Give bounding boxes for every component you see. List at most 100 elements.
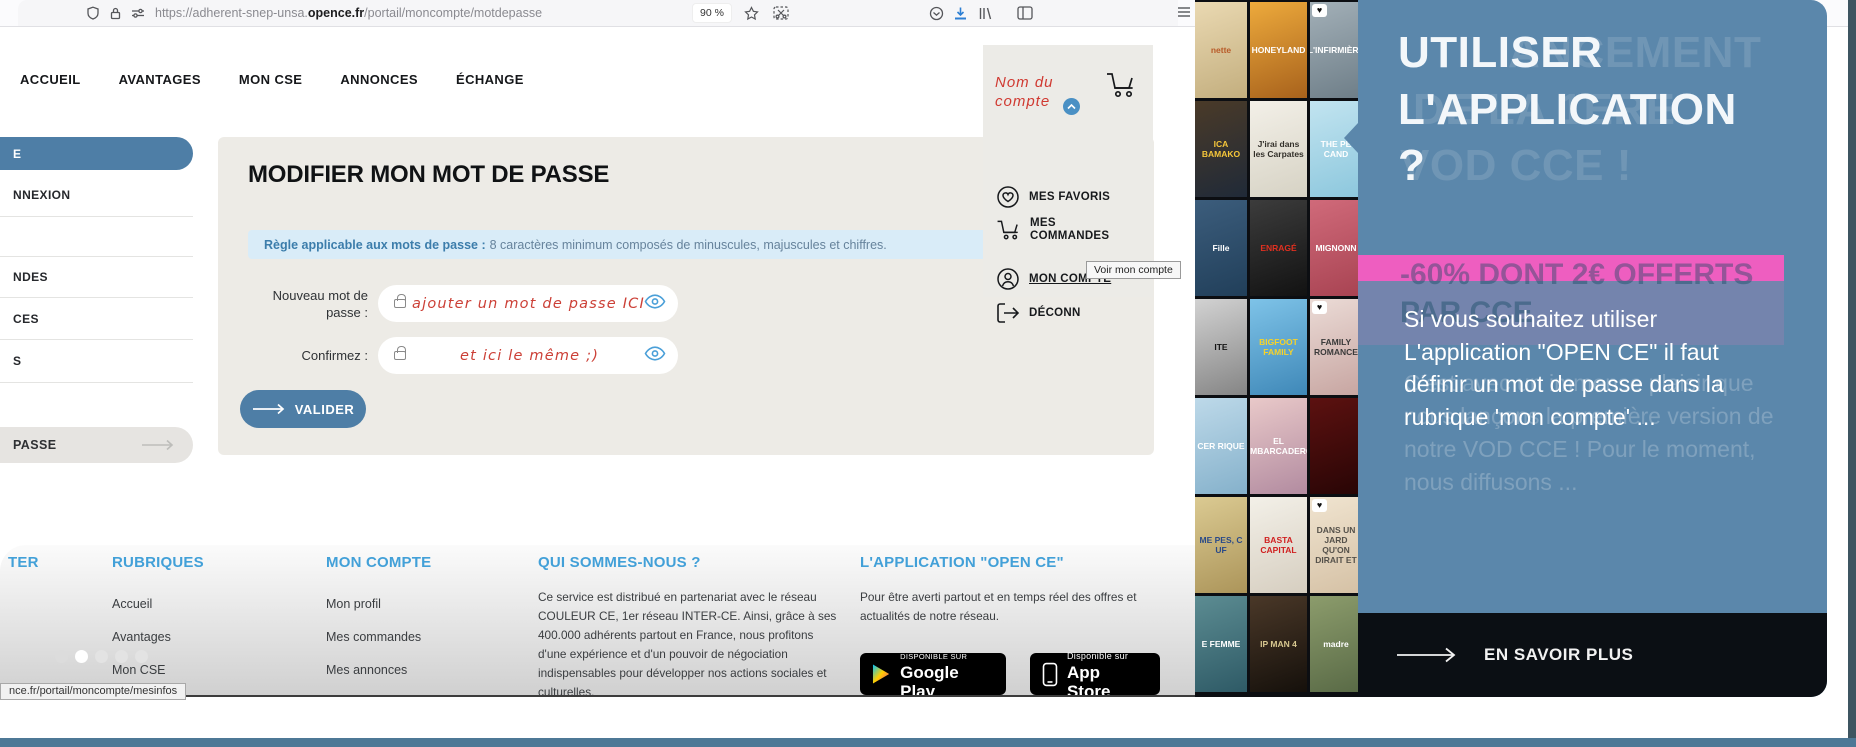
nav-item-avantages[interactable]: AVANTAGES (119, 72, 201, 87)
shield-icon[interactable] (86, 6, 100, 20)
carousel-dot[interactable] (95, 650, 108, 663)
menu-item-commandes[interactable]: MES COMMANDES (996, 217, 1109, 243)
menu-item-label: DÉCONN (1029, 306, 1081, 319)
sidebar-item-favoris[interactable]: S (13, 354, 21, 368)
show-password-icon[interactable] (644, 345, 666, 366)
sidebar-item-connexion[interactable]: NNEXION (13, 188, 70, 202)
account-dropdown: Nom du compte MES FAVORIS MES COMMANDES MO… (983, 45, 1153, 323)
promo-panel: ANCEMENT DE LA 1ERE VOD CCE ! UTILISER L… (1358, 0, 1827, 697)
movie-poster[interactable]: E FEMME (1195, 596, 1247, 692)
valider-button[interactable]: VALIDER (240, 390, 366, 428)
poster-grid: nette HONEYLAND L'INFIRMIÈRE ♥ ICA BAMAKO J'i… (1195, 0, 1362, 697)
smartphone-icon (1042, 662, 1058, 686)
nav-item-accueil[interactable]: ACCUEIL (20, 72, 81, 87)
footer-rubriques-heading: RUBRIQUES (112, 554, 204, 571)
carousel-dot[interactable] (55, 650, 68, 663)
movie-poster[interactable]: BASTA CAPITAL (1250, 497, 1307, 593)
carousel-dot[interactable] (135, 650, 148, 663)
movie-poster[interactable]: ME PES, C UF (1195, 497, 1247, 593)
cart-icon[interactable] (1105, 71, 1137, 104)
menu-item-favoris[interactable]: MES FAVORIS (996, 185, 1110, 209)
new-password-input[interactable]: ajouter un mot de passe ICI (378, 285, 678, 322)
sidebar-toggle-icon[interactable] (1017, 6, 1033, 20)
google-play-icon (872, 664, 890, 684)
movie-poster[interactable]: nette (1195, 2, 1247, 98)
movie-poster[interactable]: FAMILY ROMANCE ♥ (1310, 299, 1362, 395)
url-bar[interactable]: https://adherent-snep-unsa.opence.fr/por… (18, 0, 1178, 26)
carousel-dot[interactable] (75, 650, 88, 663)
menu-item-label: MES FAVORIS (1029, 190, 1111, 203)
footer-app-heading: L'APPLICATION "OPEN CE" (860, 554, 1064, 571)
nav-item-mon-cse[interactable]: MON CSE (239, 72, 302, 87)
movie-poster[interactable]: IP MAN 4 (1250, 596, 1307, 692)
library-icon[interactable] (978, 6, 993, 21)
nav-item-echange[interactable]: ÉCHANGE (456, 72, 524, 87)
sidebar-divider (0, 297, 193, 298)
lock-icon (394, 346, 406, 360)
footer-link-mon-cse[interactable]: Mon CSE (112, 663, 166, 677)
footer-link-avantages[interactable]: Avantages (112, 630, 171, 644)
url-text[interactable]: https://adherent-snep-unsa.opence.fr/por… (155, 6, 542, 20)
movie-poster[interactable]: MIGNONN (1310, 200, 1362, 296)
status-bar-link-preview: nce.fr/portail/moncompte/mesinfos (0, 683, 187, 700)
footer-about-text: Ce service est distribué en partenariat … (538, 590, 837, 697)
footer-link-mes-commandes[interactable]: Mes commandes (326, 630, 421, 644)
movie-poster[interactable]: madre (1310, 596, 1362, 692)
app-store-badge[interactable]: Disponible sur App Store (1030, 651, 1160, 695)
favorite-heart-icon[interactable]: ♥ (1312, 4, 1327, 17)
sidebar-item-active-top[interactable]: E (0, 137, 193, 170)
menu-item-deconnexion[interactable]: DÉCONN (996, 302, 1081, 324)
movie-poster[interactable]: BIGFOOT FAMILY (1250, 299, 1307, 395)
permissions-icon[interactable] (131, 7, 145, 19)
movie-poster[interactable]: CER RIQUE (1195, 398, 1247, 494)
promo-body-text: Si vous souhaitez utiliser L'application … (1404, 306, 1724, 430)
movie-poster[interactable]: J'irai dans les Carpates (1250, 101, 1307, 197)
user-circle-icon (997, 268, 1019, 290)
sidebar-item-commandes[interactable]: NDES (13, 270, 48, 284)
footer-link-accueil[interactable]: Accueil (112, 597, 152, 611)
favorite-heart-icon[interactable]: ♥ (1312, 499, 1327, 512)
movie-poster[interactable]: ITE (1195, 299, 1247, 395)
promo-headline: L'APPLICATION (1398, 85, 1737, 134)
download-icon[interactable] (953, 6, 968, 21)
nav-item-annonces[interactable]: ANNONCES (340, 72, 418, 87)
carousel-dot[interactable] (115, 650, 128, 663)
confirm-password-input[interactable]: et ici le même ;) (378, 337, 678, 374)
rule-text: 8 caractères minimum composés de minuscu… (489, 237, 887, 252)
sidebar-divider (0, 216, 193, 217)
favorite-heart-icon[interactable]: ♥ (1312, 301, 1327, 314)
menu-icon[interactable] (1177, 6, 1191, 18)
movie-poster[interactable]: Fille (1195, 200, 1247, 296)
valider-label: VALIDER (294, 401, 355, 417)
sidebar-divider (0, 382, 193, 383)
page-title: MODIFIER MON MOT DE PASSE (248, 161, 610, 188)
footer-link-mes-annonces[interactable]: Mes annonces (326, 663, 407, 677)
account-name[interactable]: Nom du compte (995, 73, 1054, 111)
lock-icon[interactable] (109, 7, 122, 20)
footer-link-mot-de-passe[interactable]: Mon mot de passe (326, 694, 429, 695)
carousel-arrow-left-icon[interactable] (1344, 123, 1358, 153)
menu-item-label: MES COMMANDES (1030, 217, 1110, 242)
movie-poster[interactable]: EL EMBARCADERO (1250, 398, 1307, 494)
movie-poster[interactable] (1310, 398, 1362, 494)
show-password-icon[interactable] (644, 293, 666, 314)
screenshot-scissors-icon[interactable] (773, 6, 789, 20)
zoom-level-chip[interactable]: 90 % (692, 3, 732, 23)
movie-poster[interactable]: L'INFIRMIÈRE ♥ (1310, 2, 1362, 98)
rule-label: Règle applicable aux mots de passe : (264, 237, 486, 252)
bookmark-star-icon[interactable] (744, 5, 759, 21)
sidebar-item-mot-de-passe[interactable]: PASSE (0, 427, 193, 463)
movie-poster[interactable]: ICA BAMAKO (1195, 101, 1247, 197)
movie-poster[interactable]: HONEYLAND (1250, 2, 1307, 98)
footer-link-mon-profil[interactable]: Mon profil (326, 597, 381, 611)
movie-poster[interactable]: ENRAGÉ (1250, 200, 1307, 296)
google-play-badge[interactable]: DISPONIBLE SUR Google Play (860, 652, 1006, 695)
sidebar-divider (0, 339, 193, 340)
movie-poster[interactable]: DANS UN JARD QU'ON DIRAIT ET ♥ (1310, 497, 1362, 593)
cta-label: EN SAVOIR PLUS (1484, 645, 1634, 664)
en-savoir-plus-button[interactable]: EN SAVOIR PLUS (1358, 613, 1827, 697)
password-annotation: ajouter un mot de passe ICI (412, 295, 645, 312)
sidebar-item-annonces[interactable]: CES (13, 312, 39, 326)
chevron-up-icon[interactable] (1063, 98, 1080, 115)
pocket-icon[interactable] (929, 6, 944, 21)
